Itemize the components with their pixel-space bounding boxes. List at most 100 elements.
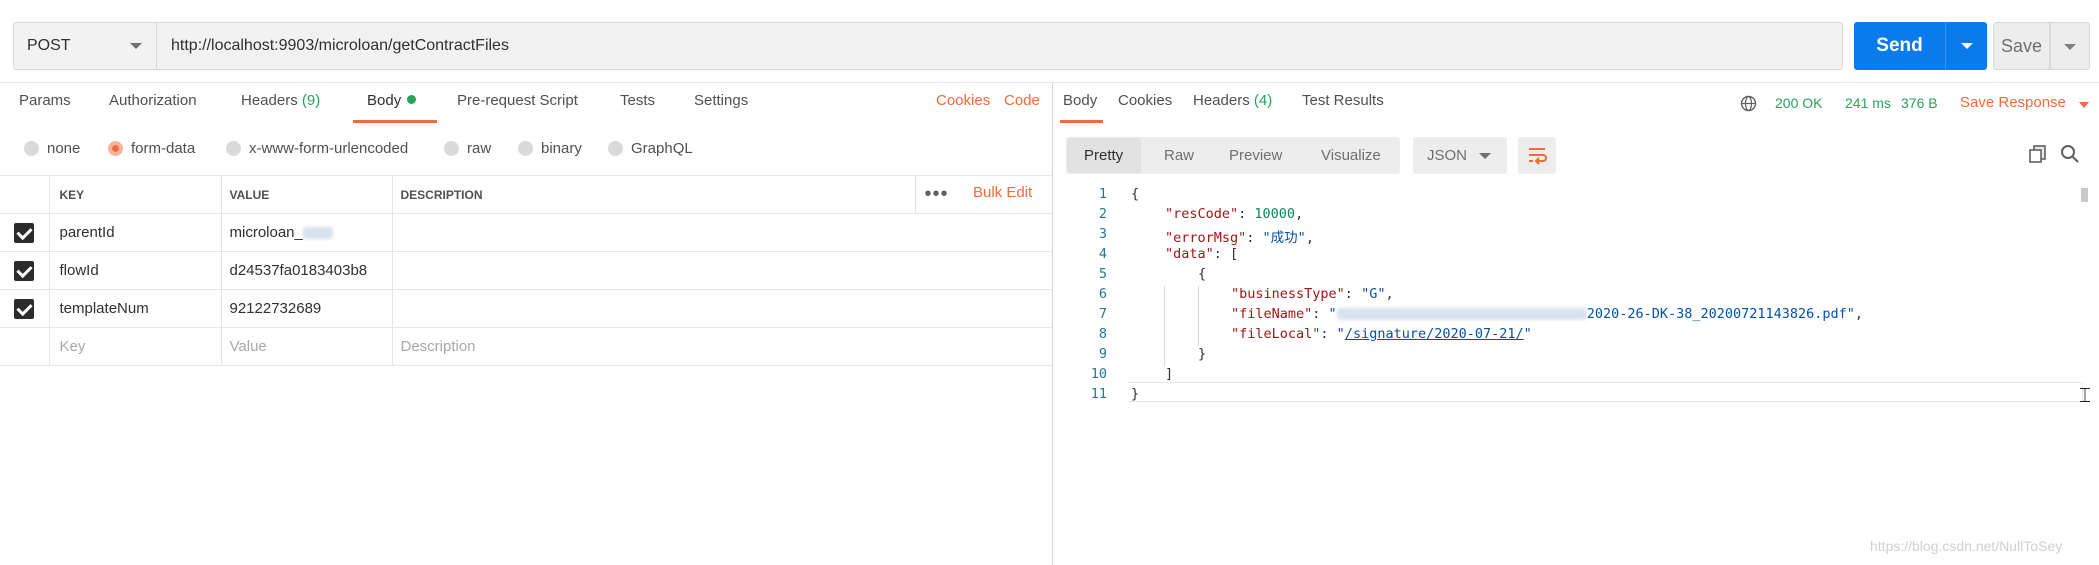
format-select[interactable]: JSON — [1413, 137, 1507, 174]
pane-divider[interactable] — [1052, 83, 1053, 565]
method-label: POST — [27, 37, 71, 54]
text-cursor-icon: ⌶ — [2079, 385, 2091, 407]
radio-label: raw — [467, 140, 492, 157]
line-text: { — [1198, 266, 1207, 282]
radio-circle — [24, 141, 39, 156]
json-key: "data" — [1165, 246, 1214, 262]
tab-tests[interactable]: Tests — [620, 92, 655, 109]
table-row: flowId d24537fa0183403b8 — [0, 251, 1052, 290]
status-code[interactable]: 200 OK — [1775, 95, 1822, 111]
line-number: 2 — [1098, 206, 1107, 222]
view-visualize[interactable]: Visualize — [1321, 147, 1381, 164]
json-key: "businessType" — [1231, 286, 1345, 302]
line-text: ] — [1165, 366, 1174, 382]
line-number: 8 — [1098, 326, 1107, 342]
table-row: parentId microloan_ — [0, 213, 1052, 252]
key-cell[interactable]: flowId — [49, 251, 222, 290]
save-button[interactable]: Save — [1993, 22, 2050, 70]
json-key: "fileLocal" — [1231, 326, 1321, 342]
value-cell[interactable]: microloan_ — [221, 213, 393, 252]
json-string: "G" — [1361, 286, 1386, 302]
tab-body[interactable]: Body — [367, 92, 417, 109]
radio-form-data[interactable]: form-data — [108, 140, 195, 157]
radio-label: none — [47, 140, 81, 157]
json-string: "成功" — [1262, 230, 1306, 246]
line-number: 6 — [1098, 286, 1107, 302]
value-cell[interactable]: d24537fa0183403b8 — [221, 251, 393, 290]
json-key: "errorMsg" — [1165, 230, 1247, 246]
description-cell[interactable] — [392, 289, 1052, 328]
line-number: 10 — [1090, 366, 1107, 382]
response-tab-headers-label: Headers — [1193, 92, 1250, 109]
copy-icon[interactable] — [2027, 143, 2049, 165]
save-options-button[interactable] — [2050, 22, 2090, 70]
json-key: "fileName" — [1231, 306, 1313, 322]
checkbox-checked[interactable] — [14, 298, 35, 319]
response-size[interactable]: 376 B — [1901, 95, 1938, 111]
response-time[interactable]: 241 ms — [1845, 95, 1891, 111]
description-placeholder[interactable]: Description — [392, 327, 1052, 366]
line-number: 7 — [1098, 306, 1107, 322]
redacted-text — [1336, 308, 1587, 320]
wrap-lines-button[interactable] — [1518, 137, 1556, 174]
view-pretty[interactable]: Pretty — [1084, 147, 1123, 164]
json-string-end: 2020-26-DK-38_20200721143826.pdf" — [1586, 306, 1855, 322]
method-select[interactable]: POST — [14, 23, 157, 69]
indent-guide — [1198, 286, 1199, 346]
radio-raw[interactable]: raw — [444, 140, 491, 157]
tab-headers[interactable]: Headers (9) — [241, 92, 320, 109]
checkbox-checked[interactable] — [14, 222, 35, 243]
tab-settings[interactable]: Settings — [694, 92, 748, 109]
cookies-link[interactable]: Cookies — [936, 92, 990, 109]
response-tab-body[interactable]: Body — [1063, 92, 1097, 109]
response-tab-test-results[interactable]: Test Results — [1302, 92, 1384, 109]
radio-graphql[interactable]: GraphQL — [608, 140, 693, 157]
line-text: { — [1131, 186, 1140, 202]
search-icon[interactable] — [2059, 143, 2081, 165]
row-checkbox-cell — [0, 289, 50, 328]
radio-none[interactable]: none — [24, 140, 80, 157]
radio-circle — [226, 141, 241, 156]
key-placeholder[interactable]: Key — [49, 327, 222, 366]
description-cell[interactable] — [392, 251, 1052, 290]
bulk-edit-link[interactable]: Bulk Edit — [973, 184, 1032, 201]
url-input[interactable]: http://localhost:9903/microloan/getContr… — [157, 23, 1842, 69]
redacted-text — [302, 227, 333, 240]
radio-x-www-form-urlencoded[interactable]: x-www-form-urlencoded — [226, 140, 408, 157]
active-response-tab-indicator — [1060, 120, 1103, 123]
send-options-button[interactable] — [1945, 22, 1987, 70]
line-number: 11 — [1090, 386, 1107, 402]
body-indicator-dot — [407, 95, 417, 104]
tab-params[interactable]: Params — [19, 92, 71, 109]
json-key: "resCode" — [1165, 206, 1239, 222]
radio-circle — [608, 141, 623, 156]
line-text: } — [1131, 386, 1140, 402]
response-tab-headers[interactable]: Headers (4) — [1193, 92, 1272, 109]
more-options-icon[interactable]: ••• — [915, 175, 957, 213]
key-cell[interactable]: templateNum — [49, 289, 222, 328]
response-tab-cookies[interactable]: Cookies — [1118, 92, 1172, 109]
indent-guide — [1164, 286, 1165, 366]
view-preview[interactable]: Preview — [1229, 147, 1282, 164]
view-raw[interactable]: Raw — [1164, 147, 1194, 164]
save-response-button[interactable]: Save Response — [1960, 94, 2066, 111]
checkbox-checked[interactable] — [14, 260, 35, 281]
scrollbar[interactable] — [2081, 188, 2088, 202]
value-placeholder[interactable]: Value — [221, 327, 393, 366]
value-cell[interactable]: 92122732689 — [221, 289, 393, 328]
radio-circle — [444, 141, 459, 156]
chevron-down-icon[interactable] — [2079, 102, 2089, 108]
tab-prerequest-script[interactable]: Pre-request Script — [457, 92, 578, 109]
row-checkbox-cell — [0, 251, 50, 290]
send-button[interactable]: Send — [1854, 22, 1945, 70]
line-text: } — [1198, 346, 1207, 362]
code-link[interactable]: Code — [1004, 92, 1040, 109]
column-header-key: KEY — [49, 175, 222, 214]
line-number: 4 — [1098, 246, 1107, 262]
globe-icon[interactable] — [1740, 95, 1757, 112]
json-link[interactable]: /signature/2020-07-21/ — [1345, 326, 1524, 342]
description-cell[interactable] — [392, 213, 1052, 252]
tab-authorization[interactable]: Authorization — [109, 92, 197, 109]
key-cell[interactable]: parentId — [49, 213, 222, 252]
radio-binary[interactable]: binary — [518, 140, 582, 157]
